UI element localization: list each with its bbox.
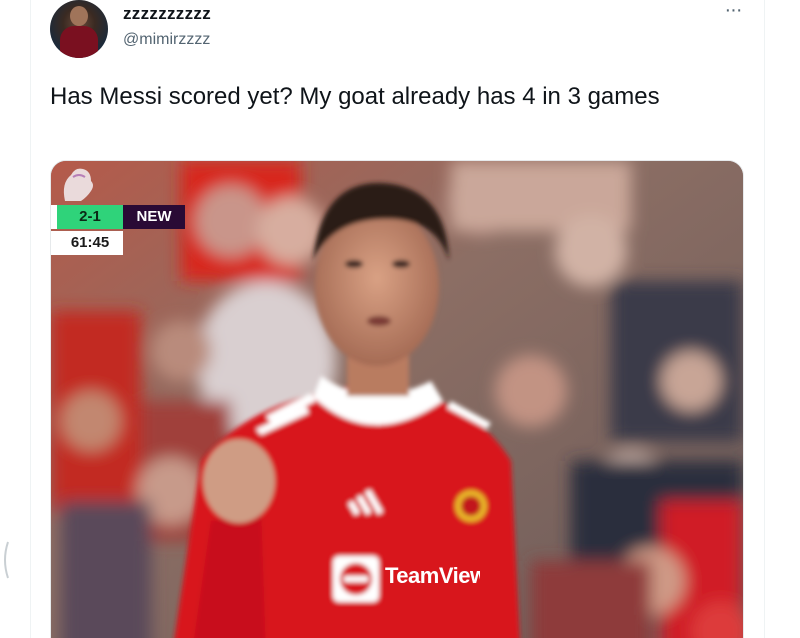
avatar[interactable] (50, 0, 108, 58)
more-horizontal-icon[interactable]: ··· (718, 0, 748, 24)
user-handle[interactable]: @mimirzzzz (123, 31, 210, 49)
card-border-left (30, 0, 31, 638)
display-name[interactable]: zzzzzzzzzz (123, 4, 211, 24)
scorebug: 2-1 NEW 61:45 (51, 168, 191, 255)
avatar-head (70, 6, 88, 26)
match-score: 2-1 (51, 205, 123, 229)
tweet-media-image[interactable]: TeamViewer 2-1 NEW 61:45 (50, 160, 744, 638)
opponent-team: NEW (123, 205, 185, 229)
card-border-right (764, 0, 765, 638)
edge-bracket-icon (4, 541, 9, 579)
match-clock: 61:45 (51, 231, 123, 255)
premier-league-lion-icon (63, 168, 93, 201)
tweet-card: zzzzzzzzzz @mimirzzzz ··· Has Messi scor… (0, 0, 800, 638)
kit-sponsor-text: TeamViewer (385, 563, 480, 588)
avatar-body (60, 26, 98, 58)
tweet-text: Has Messi scored yet? My goat already ha… (50, 83, 660, 110)
